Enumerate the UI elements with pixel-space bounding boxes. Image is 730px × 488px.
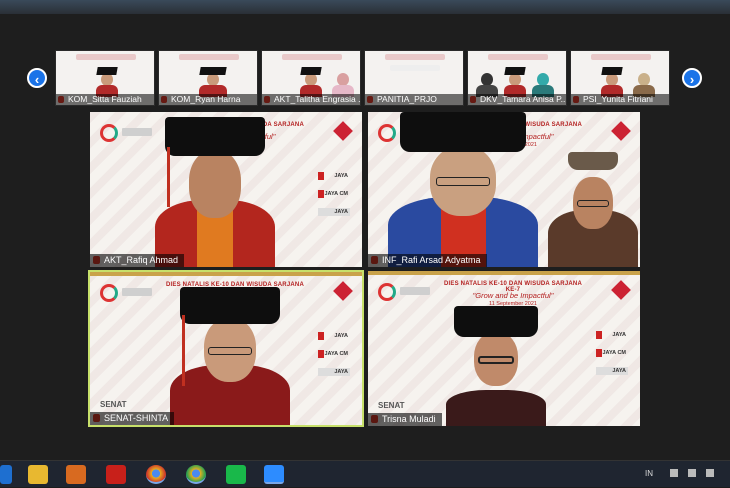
ie-icon[interactable] xyxy=(0,465,12,484)
participant-figure xyxy=(199,65,227,97)
participant-thumbnail[interactable]: KOM_Sitta Fauziah xyxy=(55,50,155,106)
participant-name: KOM_Sitta Fauziah xyxy=(56,94,154,105)
university-logo-text xyxy=(122,288,152,296)
thumbnail-strip: KOM_Sitta Fauziah KOM_Ryan Harna AKT_Tal… xyxy=(55,50,675,106)
video-tile[interactable]: DIES NATALIS KE-10 DAN WISUDA SARJANA KE… xyxy=(368,112,640,267)
participant-figure xyxy=(96,65,118,97)
participant-name: AKT_Talitha Engrasia ... xyxy=(262,94,360,105)
zoom-icon[interactable] xyxy=(264,465,284,484)
sponsor-list: JAYA JAYA CM JAYA xyxy=(318,172,350,226)
sponsor-logo: JAYA CM xyxy=(596,349,628,357)
event-banner xyxy=(179,54,239,60)
participant-figure xyxy=(300,65,322,97)
sponsor-logo: JAYA xyxy=(596,331,628,339)
senate-member-figure xyxy=(446,306,546,426)
folder-icon[interactable] xyxy=(28,465,48,484)
participant-figure xyxy=(504,65,526,97)
sponsor-logo: JAYA xyxy=(318,208,350,216)
language-indicator[interactable]: IN xyxy=(645,469,653,478)
chrome-icon[interactable] xyxy=(146,465,166,484)
next-page-button[interactable]: › xyxy=(682,68,702,88)
windows-taskbar: IN xyxy=(0,460,730,487)
university-logo xyxy=(100,124,118,142)
senate-label: SENAT xyxy=(378,401,405,410)
sponsor-logo: JAYA xyxy=(318,368,350,376)
event-banner xyxy=(385,54,445,60)
participant-name: INF_Rafi Arsad Adyatma xyxy=(368,254,487,267)
university-logo-text xyxy=(400,287,430,295)
network-icon[interactable] xyxy=(670,469,678,477)
video-tile-active-speaker[interactable]: DIES NATALIS KE-10 DAN WISUDA SARJANA KE… xyxy=(88,270,364,427)
participant-thumbnail[interactable]: PSI_Yunita Fitriani xyxy=(570,50,670,106)
parent-figure xyxy=(548,152,638,267)
battery-icon[interactable] xyxy=(706,469,714,477)
prev-page-button[interactable]: ‹ xyxy=(27,68,47,88)
university-logo-text xyxy=(122,128,152,136)
pdf-icon[interactable] xyxy=(106,465,126,484)
sponsor-logo: JAYA xyxy=(318,332,350,340)
zoom-gallery-view: ‹ › KOM_Sitta Fauziah KOM_Ryan Harna AKT… xyxy=(0,0,730,487)
event-banner xyxy=(282,54,342,60)
sponsor-logo: JAYA xyxy=(318,172,350,180)
event-banner xyxy=(390,65,440,71)
sponsor-list: JAYA JAYA CM JAYA xyxy=(596,331,628,385)
participant-thumbnail[interactable]: KOM_Ryan Harna xyxy=(158,50,258,106)
participant-thumbnail[interactable]: AKT_Talitha Engrasia ... xyxy=(261,50,361,106)
participant-name: DKV_Tamara Anisa P... xyxy=(468,94,566,105)
line-icon[interactable] xyxy=(226,465,246,484)
participant-figure xyxy=(532,65,554,97)
participant-figure xyxy=(476,65,502,97)
participant-name: PSI_Yunita Fitriani xyxy=(571,94,669,105)
event-banner xyxy=(591,54,651,60)
participant-name: PANITIA_PRJO xyxy=(365,94,463,105)
window-topbar xyxy=(0,0,730,14)
sponsor-logo: JAYA xyxy=(596,367,628,375)
participant-thumbnail[interactable]: DKV_Tamara Anisa P... xyxy=(467,50,567,106)
participant-name: SENAT-SHINTA xyxy=(90,412,175,425)
participant-figure xyxy=(633,65,655,97)
event-banner xyxy=(76,54,136,60)
event-tagline: "Grow and be Impactful" xyxy=(472,291,554,300)
graduate-figure xyxy=(155,117,275,267)
chevron-left-icon: ‹ xyxy=(34,72,40,87)
participant-name: AKT_Rafiq Ahmad xyxy=(90,254,185,267)
senate-label: SENAT xyxy=(100,400,127,409)
participant-name: KOM_Ryan Harna xyxy=(159,94,257,105)
sponsor-logo: JAYA CM xyxy=(318,190,350,198)
senate-member-figure xyxy=(170,287,290,425)
participant-figure xyxy=(332,65,354,97)
system-tray: IN xyxy=(640,461,730,488)
chevron-right-icon: › xyxy=(689,72,695,87)
university-logo xyxy=(378,283,396,301)
video-tile[interactable]: DIES NATALIS KE-10 DAN WISUDA SARJANA KE… xyxy=(368,271,640,426)
graduate-figure xyxy=(388,112,538,267)
sponsor-logo: JAYA CM xyxy=(318,350,350,358)
volume-icon[interactable] xyxy=(688,469,696,477)
participant-thumbnail[interactable]: PANITIA_PRJO xyxy=(364,50,464,106)
video-tile[interactable]: DIES NATALIS KE-10 DAN WISUDA SARJANA KE… xyxy=(90,112,362,267)
participant-figure xyxy=(601,65,623,97)
sponsor-list: JAYA JAYA CM JAYA xyxy=(318,332,350,386)
media-player-icon[interactable] xyxy=(66,465,86,484)
university-logo xyxy=(100,284,118,302)
event-banner xyxy=(488,54,548,60)
participant-name: Trisna Muladi xyxy=(368,413,442,426)
chrome-icon[interactable] xyxy=(186,465,206,484)
